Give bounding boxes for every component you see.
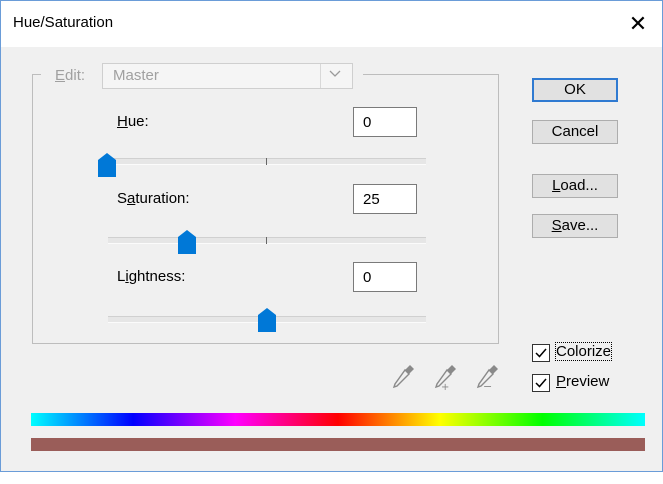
saturation-input[interactable]: 25 <box>353 184 417 214</box>
input-hue-spectrum-bar <box>31 413 645 426</box>
checkmark-icon <box>535 348 547 358</box>
edit-label: Edit: <box>55 67 86 84</box>
saturation-slider-thumb[interactable] <box>178 230 196 254</box>
eyedropper-plus-icon[interactable]: + <box>431 362 459 392</box>
lightness-label: Lightness: <box>117 268 186 285</box>
hue-slider-track[interactable] <box>108 158 426 165</box>
colorize-checkbox[interactable] <box>532 344 550 362</box>
lightness-input[interactable]: 0 <box>353 262 417 292</box>
hue-input[interactable]: 0 <box>353 107 417 137</box>
save-button[interactable]: Save... <box>532 214 618 238</box>
svg-text:+: + <box>441 382 449 392</box>
select-separator <box>320 64 321 88</box>
lightness-slider-thumb[interactable] <box>258 308 276 332</box>
output-color-bar <box>31 438 645 451</box>
hue-saturation-dialog: Hue/Saturation ✕ Edit: Master Hue: 0 Sat… <box>0 0 663 472</box>
adjustment-group <box>32 74 499 344</box>
saturation-slider-track[interactable] <box>108 237 426 244</box>
eyedropper-icon[interactable] <box>389 362 417 392</box>
cancel-button[interactable]: Cancel <box>532 120 618 144</box>
chevron-down-icon <box>328 66 342 84</box>
hue-slider-thumb[interactable] <box>98 153 116 177</box>
load-button[interactable]: Load... <box>532 174 618 198</box>
preview-checkbox[interactable] <box>532 374 550 392</box>
edit-channel-select[interactable]: Master <box>102 63 353 89</box>
ok-button[interactable]: OK <box>532 78 618 102</box>
hue-label: Hue: <box>117 113 149 130</box>
colorize-label: Colorize <box>554 342 613 361</box>
close-button[interactable]: ✕ <box>623 10 653 38</box>
eyedropper-minus-icon[interactable]: − <box>473 362 501 392</box>
title-bar: Hue/Saturation ✕ <box>1 1 662 47</box>
saturation-label: Saturation: <box>117 190 190 207</box>
svg-text:−: − <box>483 380 492 392</box>
edit-select-value: Master <box>113 67 159 84</box>
window-title: Hue/Saturation <box>13 14 114 31</box>
hue-center-tick <box>266 158 267 165</box>
saturation-center-tick <box>266 237 267 244</box>
checkmark-icon <box>535 378 547 388</box>
preview-label: Preview <box>556 373 610 390</box>
